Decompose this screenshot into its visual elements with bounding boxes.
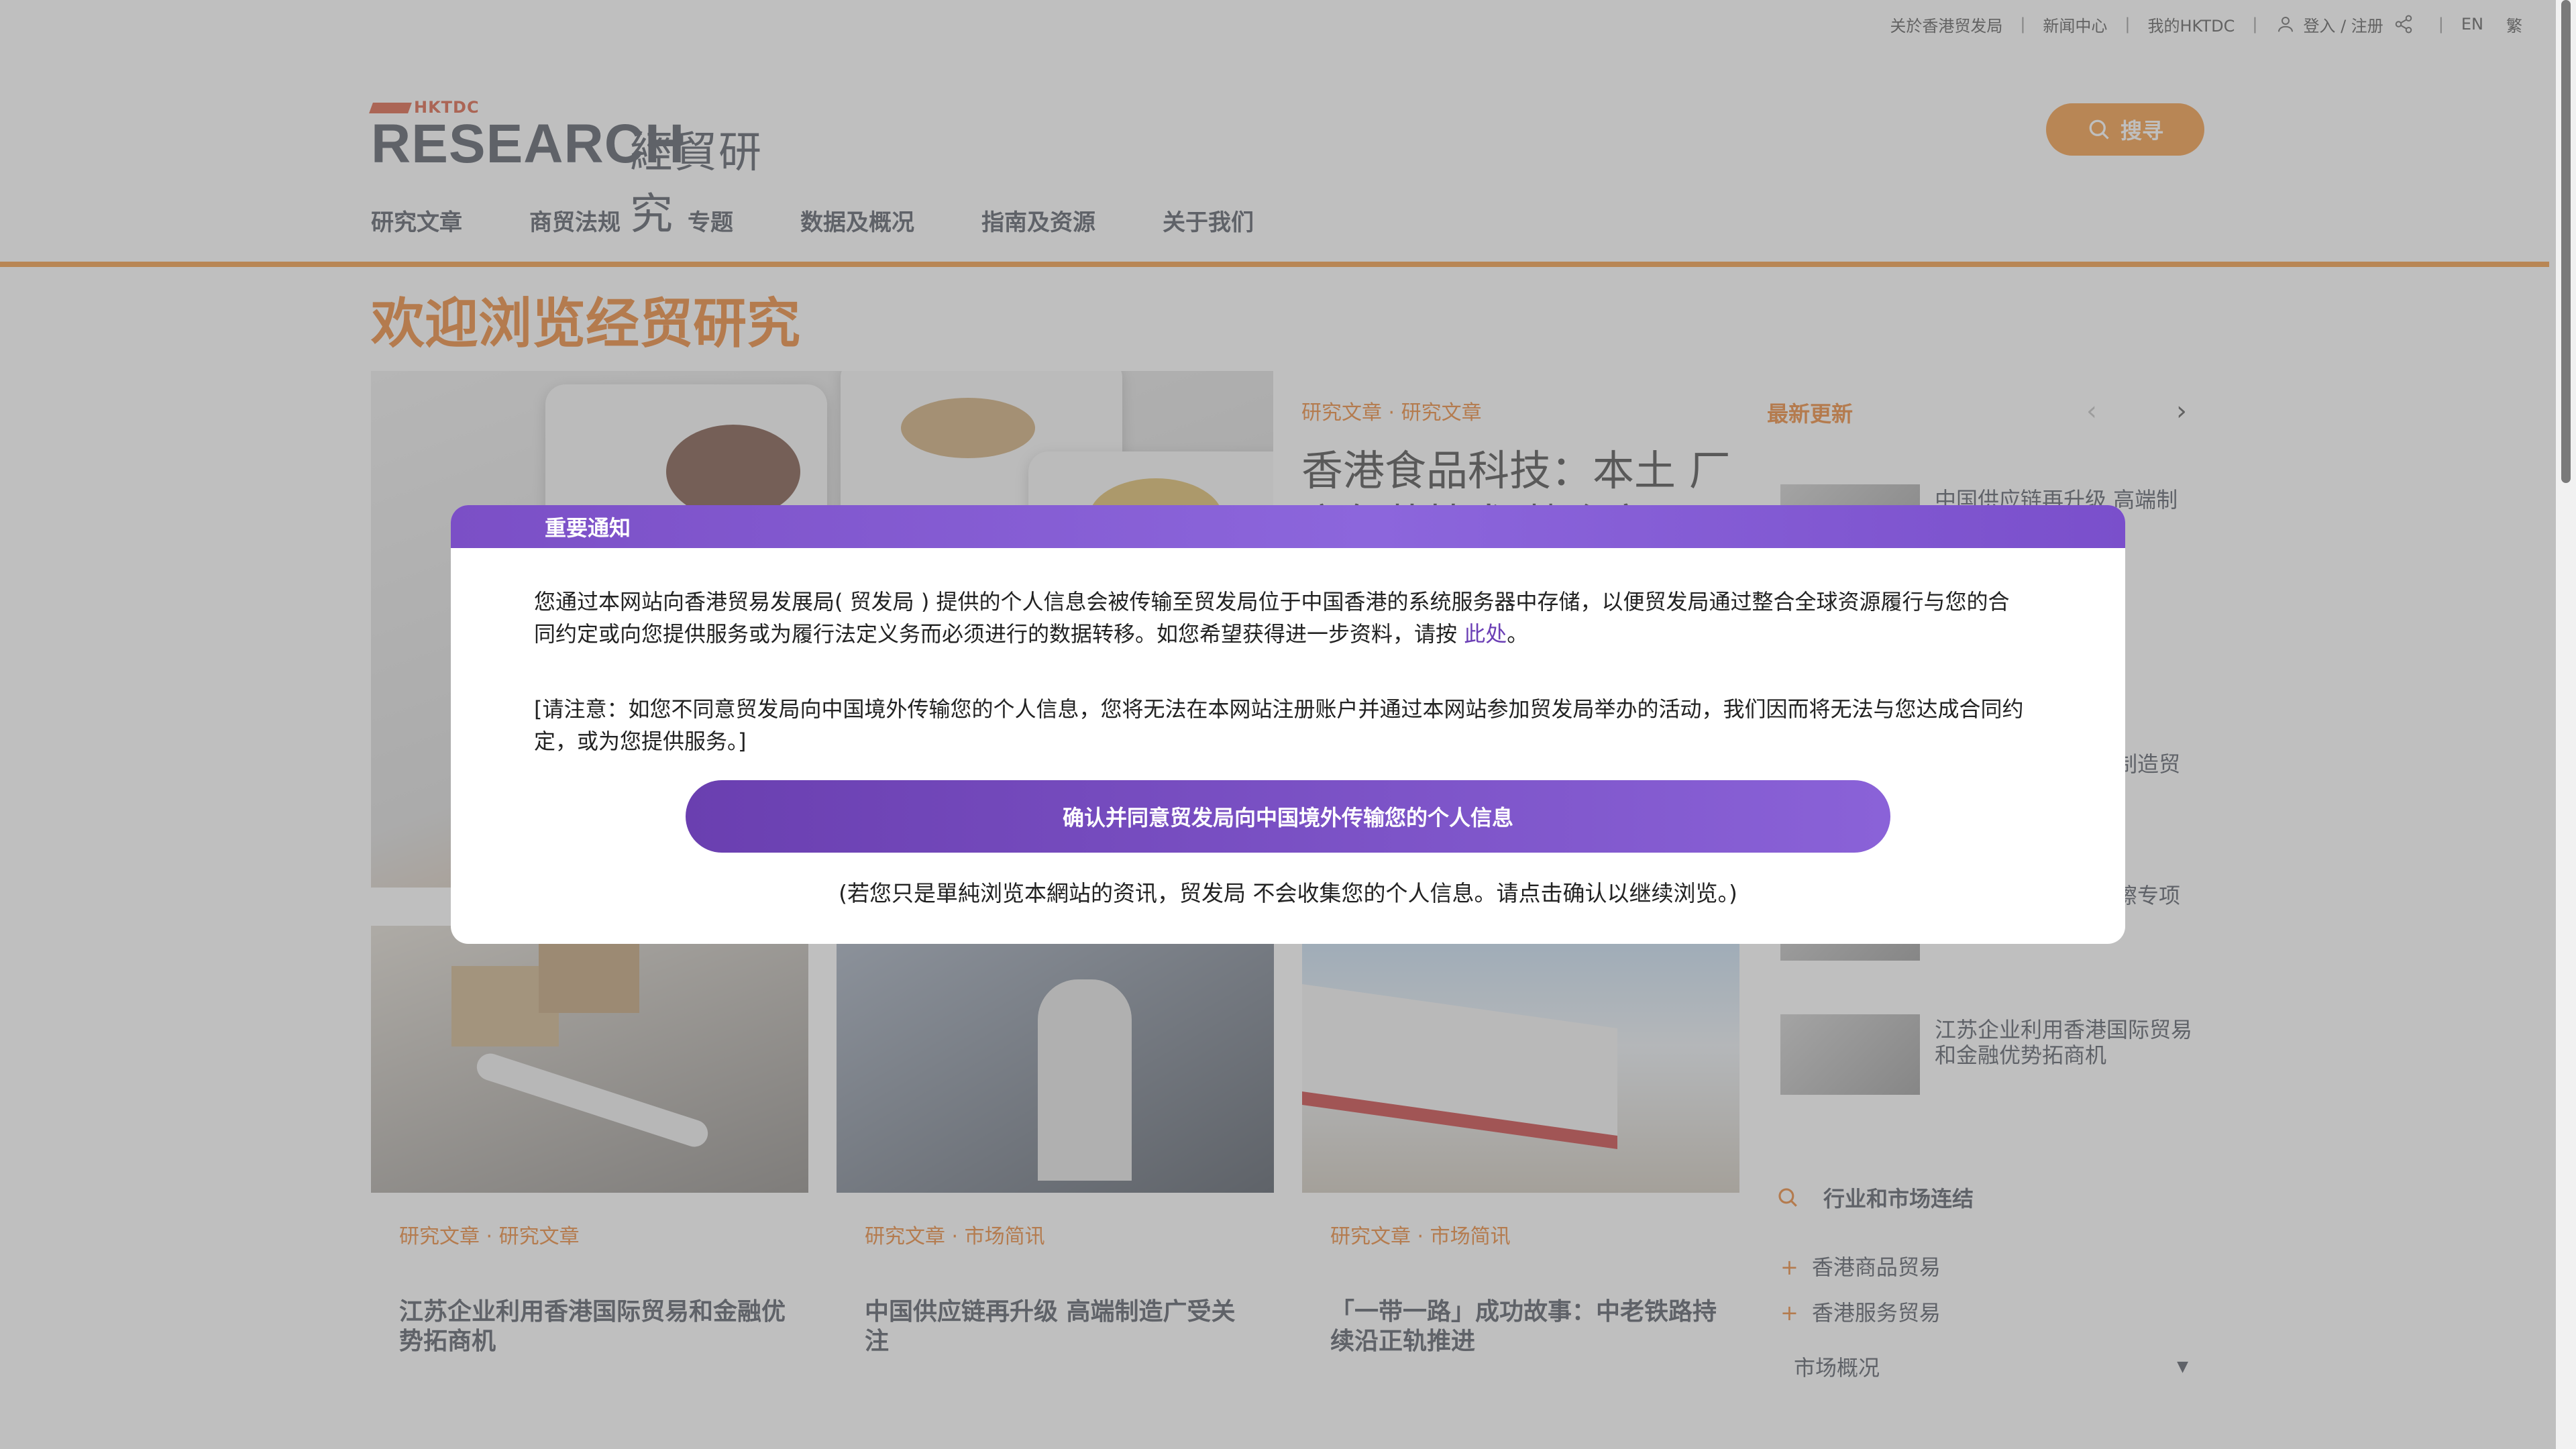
notice-modal: 重要通知 您通过本网站向香港贸易发展局( 贸发局 ) 提供的个人信息会被传输至贸… bbox=[451, 505, 2125, 944]
page-scrollbar[interactable] bbox=[2556, 0, 2576, 1449]
modal-title: 重要通知 bbox=[451, 505, 2125, 548]
modal-body: 您通过本网站向香港贸易发展局( 贸发局 ) 提供的个人信息会被传输至贸发局位于中… bbox=[451, 548, 2125, 757]
here-link[interactable]: 此处 bbox=[1464, 621, 1507, 647]
confirm-consent-button[interactable]: 确认并同意贸发局向中国境外传输您的个人信息 bbox=[686, 780, 1890, 853]
modal-footnote: (若您只是單純浏览本網站的资讯，贸发局 不会收集您的个人信息。请点击确认以继续浏… bbox=[839, 880, 1737, 906]
scrollbar-thumb[interactable] bbox=[2561, 0, 2571, 483]
notice-paragraph: 您通过本网站向香港贸易发展局( 贸发局 ) 提供的个人信息会被传输至贸发局位于中… bbox=[534, 589, 2010, 647]
notice-note: [请注意：如您不同意贸发局向中国境外传输您的个人信息，您将无法在本网站注册账户并… bbox=[534, 696, 2024, 754]
